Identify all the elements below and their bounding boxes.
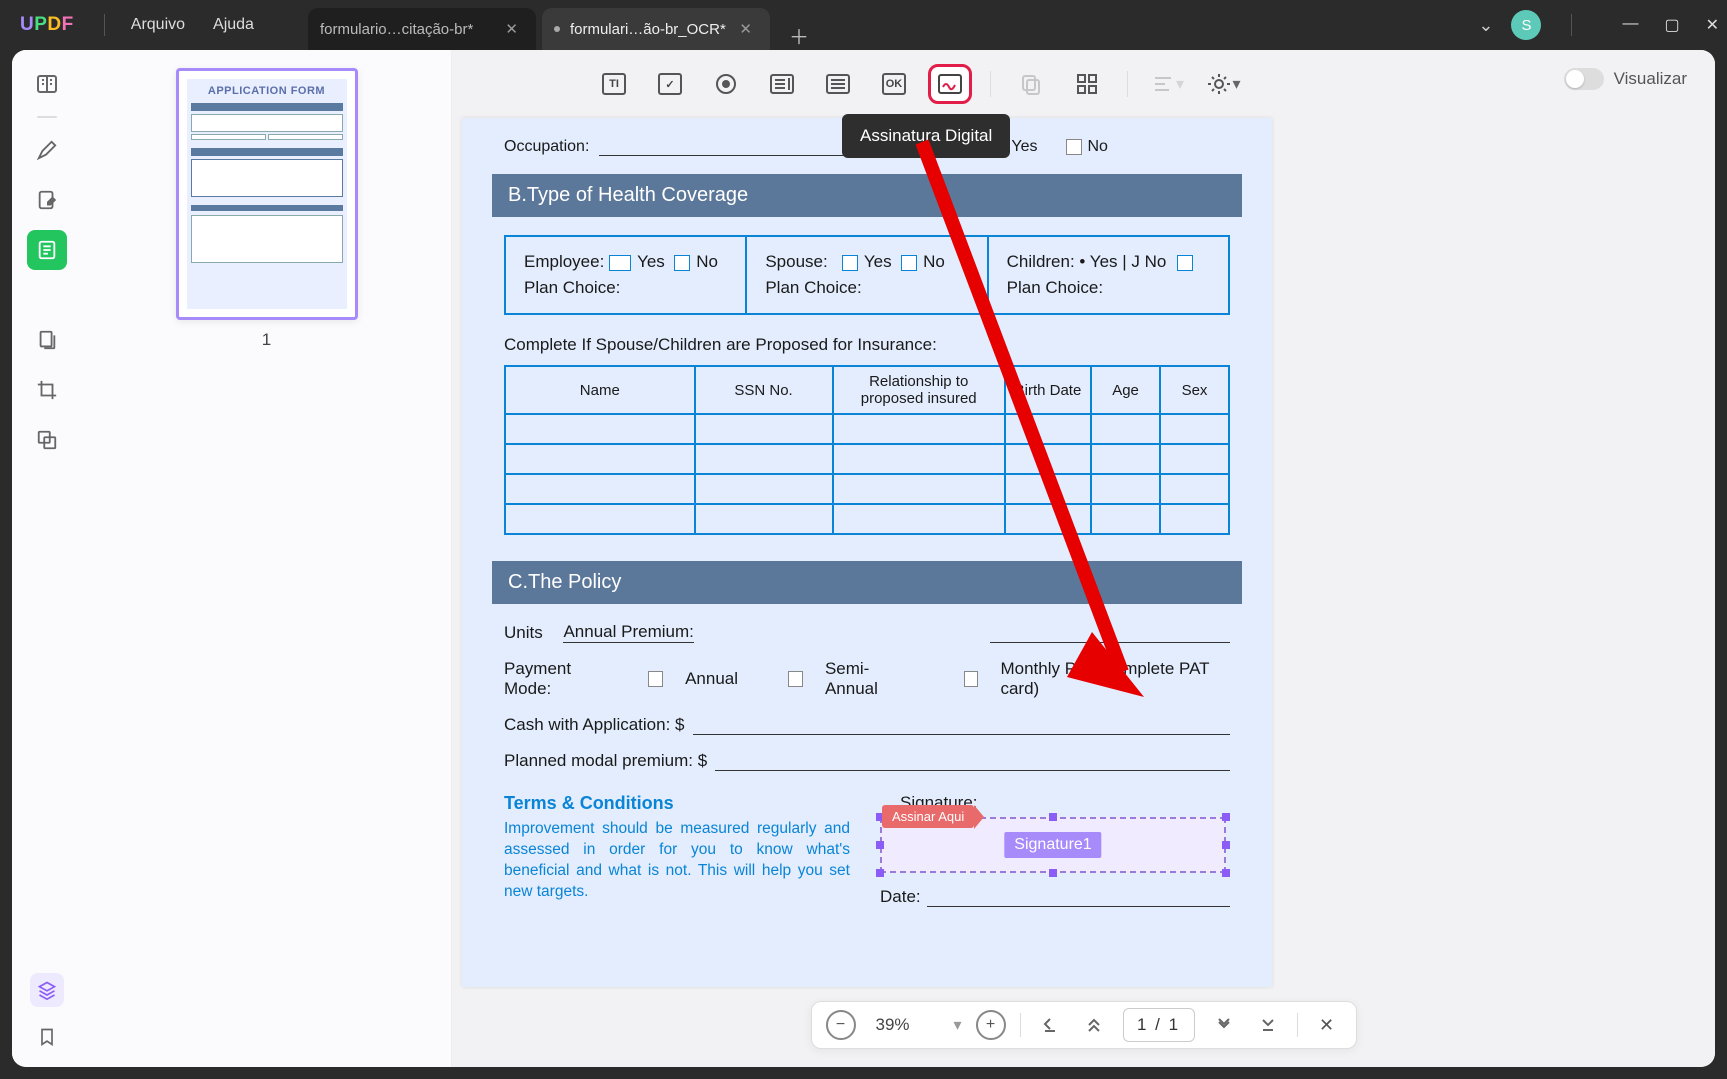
- grid-tool-icon[interactable]: [1065, 64, 1109, 104]
- prev-page-icon[interactable]: [1079, 1010, 1109, 1040]
- bookmark-icon[interactable]: [37, 1025, 57, 1049]
- thumb-title: APPLICATION FORM: [187, 85, 347, 97]
- tab-inactive[interactable]: formulario…citação-br* ✕: [308, 8, 536, 50]
- coverage-box: Employee: Yes No Plan Choice: Spouse: Ye…: [504, 235, 1230, 315]
- signature-tool-icon[interactable]: [928, 64, 972, 104]
- separator: [1127, 71, 1128, 97]
- form-toolbar: TI ✓ OK ▾ ▾: [592, 60, 1246, 108]
- form-tool-icon[interactable]: [27, 230, 67, 270]
- table-row: [505, 474, 1229, 504]
- dropdown-caret-icon[interactable]: ▾: [953, 1015, 961, 1035]
- signature-tooltip: Assinatura Digital: [842, 114, 1010, 158]
- table-row: [505, 414, 1229, 444]
- duplicate-tool-icon[interactable]: [1009, 64, 1053, 104]
- checkbox[interactable]: [609, 255, 631, 271]
- signature-field[interactable]: Assinar Aqui Signature1: [880, 817, 1226, 873]
- checkbox[interactable]: [788, 671, 803, 687]
- close-icon[interactable]: ✕: [499, 18, 524, 40]
- edit-tool-icon[interactable]: [27, 180, 67, 220]
- zoom-out-icon[interactable]: −: [825, 1010, 855, 1040]
- checkbox-tool-icon[interactable]: ✓: [648, 64, 692, 104]
- close-bar-icon[interactable]: ✕: [1312, 1010, 1342, 1040]
- user-avatar[interactable]: S: [1511, 10, 1541, 40]
- first-page-icon[interactable]: [1035, 1010, 1065, 1040]
- checkbox[interactable]: [842, 255, 858, 271]
- close-window-icon[interactable]: ✕: [1706, 15, 1719, 35]
- left-toolbar: [12, 50, 82, 1067]
- bottom-controls: − 39% ▾ + 1 / 1 ✕: [810, 1001, 1356, 1049]
- checkbox[interactable]: [1066, 139, 1082, 155]
- button-tool-icon[interactable]: OK: [872, 64, 916, 104]
- modified-dot-icon: [554, 26, 560, 32]
- complete-if-label: Complete If Spouse/Children are Proposed…: [504, 335, 1230, 355]
- separator: [104, 14, 105, 36]
- table-row: [505, 504, 1229, 534]
- document-view: TI ✓ OK ▾ ▾ Assinatura Digital Visualiza…: [452, 50, 1715, 1067]
- layers-icon[interactable]: [30, 973, 64, 1007]
- tab-label: formulario…citação-br*: [320, 21, 473, 38]
- preview-label: Visualizar: [1614, 69, 1687, 89]
- page-indicator[interactable]: 1 / 1: [1123, 1008, 1195, 1042]
- occupation-label: Occupation:: [504, 138, 589, 156]
- dependents-table: Name SSN No. Relationship to proposed in…: [504, 365, 1230, 535]
- section-b-header: B.Type of Health Coverage: [492, 174, 1242, 217]
- organize-pages-icon[interactable]: [27, 320, 67, 360]
- tab-label: formulari…ão-br_OCR*: [570, 21, 726, 38]
- document-page[interactable]: Occupation: Yes No B.Type of Health Cove…: [462, 118, 1272, 987]
- menu-file[interactable]: Arquivo: [117, 10, 199, 40]
- maximize-icon[interactable]: ▢: [1664, 15, 1679, 35]
- zoom-in-icon[interactable]: +: [976, 1010, 1006, 1040]
- crop-tool-icon[interactable]: [27, 370, 67, 410]
- underline: [599, 155, 859, 156]
- terms-body: Improvement should be measured regularly…: [504, 818, 850, 902]
- listbox-tool-icon[interactable]: [816, 64, 860, 104]
- section-c-header: C.The Policy: [492, 561, 1242, 604]
- table-row: [505, 444, 1229, 474]
- checkbox[interactable]: [901, 255, 917, 271]
- menu-help[interactable]: Ajuda: [199, 10, 268, 40]
- thumbnail-panel: APPLICATION FORM 1: [82, 50, 452, 1067]
- last-page-icon[interactable]: [1253, 1010, 1283, 1040]
- zoom-value[interactable]: 39%: [869, 1015, 939, 1035]
- tab-active[interactable]: formulari…ão-br_OCR* ✕: [542, 8, 770, 50]
- next-page-icon[interactable]: [1209, 1010, 1239, 1040]
- toggle-track[interactable]: [1564, 68, 1604, 90]
- dropdown-tool-icon[interactable]: [760, 64, 804, 104]
- compare-tool-icon[interactable]: [27, 420, 67, 460]
- align-tool-icon[interactable]: ▾: [1146, 64, 1190, 104]
- signature-field-name: Signature1: [1004, 832, 1101, 858]
- app-logo: UPDF: [20, 14, 74, 36]
- minimize-icon[interactable]: —: [1622, 15, 1638, 35]
- titlebar: UPDF Arquivo Ajuda formulario…citação-br…: [0, 0, 1727, 50]
- radio-tool-icon[interactable]: [704, 64, 748, 104]
- checkbox[interactable]: [674, 255, 690, 271]
- checkbox[interactable]: [1177, 255, 1193, 271]
- close-icon[interactable]: ✕: [733, 18, 758, 40]
- terms-title: Terms & Conditions: [504, 793, 850, 814]
- settings-tool-icon[interactable]: ▾: [1202, 64, 1246, 104]
- chevron-down-icon[interactable]: ⌄: [1478, 15, 1493, 36]
- reader-mode-icon[interactable]: [27, 64, 67, 104]
- app-frame: APPLICATION FORM 1 TI ✓ OK: [12, 50, 1715, 1067]
- separator: [37, 116, 57, 118]
- thumbnail-page-number: 1: [262, 330, 271, 350]
- separator: [1571, 14, 1572, 36]
- page-thumbnail[interactable]: APPLICATION FORM: [176, 68, 358, 320]
- checkbox[interactable]: [964, 671, 979, 687]
- new-tab-button[interactable]: ＋: [784, 20, 814, 50]
- textfield-tool-icon[interactable]: TI: [592, 64, 636, 104]
- comment-tool-icon[interactable]: [27, 130, 67, 170]
- sign-here-tag[interactable]: Assinar Aqui: [882, 805, 974, 828]
- checkbox[interactable]: [648, 671, 663, 687]
- tabs: formulario…citação-br* ✕ formulari…ão-br…: [308, 0, 814, 50]
- preview-toggle[interactable]: Visualizar: [1564, 68, 1687, 90]
- underline: [990, 642, 1230, 643]
- separator: [990, 71, 991, 97]
- titlebar-right: ⌄ S — ▢ ✕: [1478, 10, 1719, 40]
